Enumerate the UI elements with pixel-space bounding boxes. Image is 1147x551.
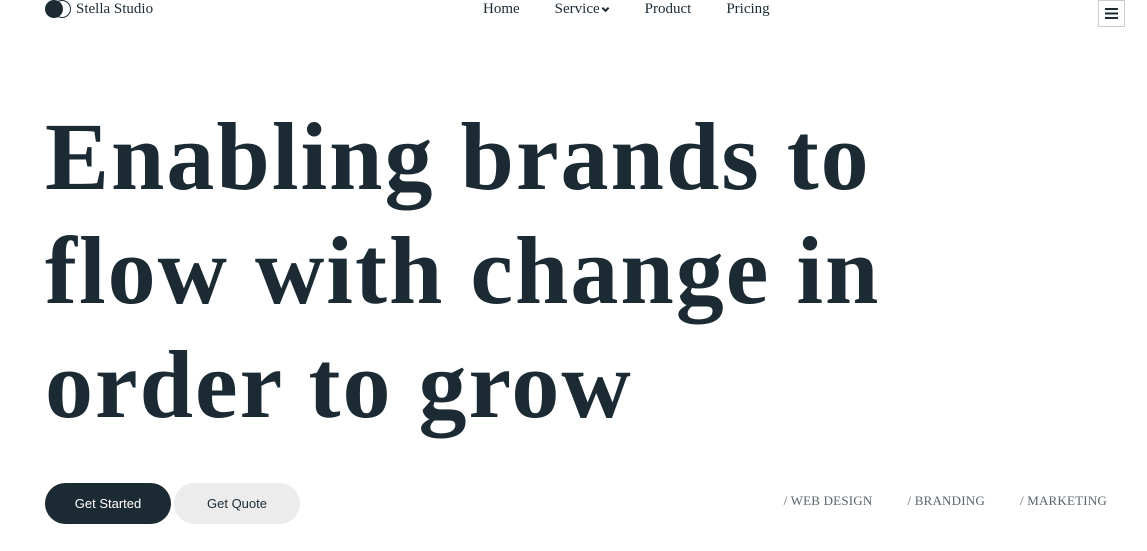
main-nav: Home Service Product Pricing — [483, 0, 770, 18]
hero-title: Enabling brands to flow with change in o… — [45, 103, 881, 438]
nav-service-label: Service — [554, 1, 600, 17]
nav-home[interactable]: Home — [483, 0, 520, 18]
menu-toggle-button[interactable] — [1098, 0, 1125, 27]
landing-page: Stella Studio Home Service Product Prici… — [0, 0, 1147, 551]
nav-product[interactable]: Product — [645, 0, 692, 18]
get-started-button[interactable]: Get Started — [45, 483, 171, 524]
nav-service[interactable]: Service — [555, 0, 610, 18]
tag-marketing: / MARKETING — [1019, 493, 1107, 508]
tag-web-design: / WEB DESIGN — [783, 493, 873, 508]
service-tags: / WEB DESIGN / BRANDING / MARKETING — [784, 493, 1107, 509]
brand-logo[interactable]: Stella Studio — [45, 0, 153, 18]
chevron-down-icon — [601, 6, 610, 13]
get-quote-button[interactable]: Get Quote — [174, 483, 300, 524]
brand-name: Stella Studio — [76, 1, 154, 17]
nav-pricing[interactable]: Pricing — [726, 0, 769, 18]
logo-icon — [45, 0, 71, 18]
hamburger-icon — [1105, 8, 1118, 19]
tag-branding: / BRANDING — [907, 493, 985, 508]
